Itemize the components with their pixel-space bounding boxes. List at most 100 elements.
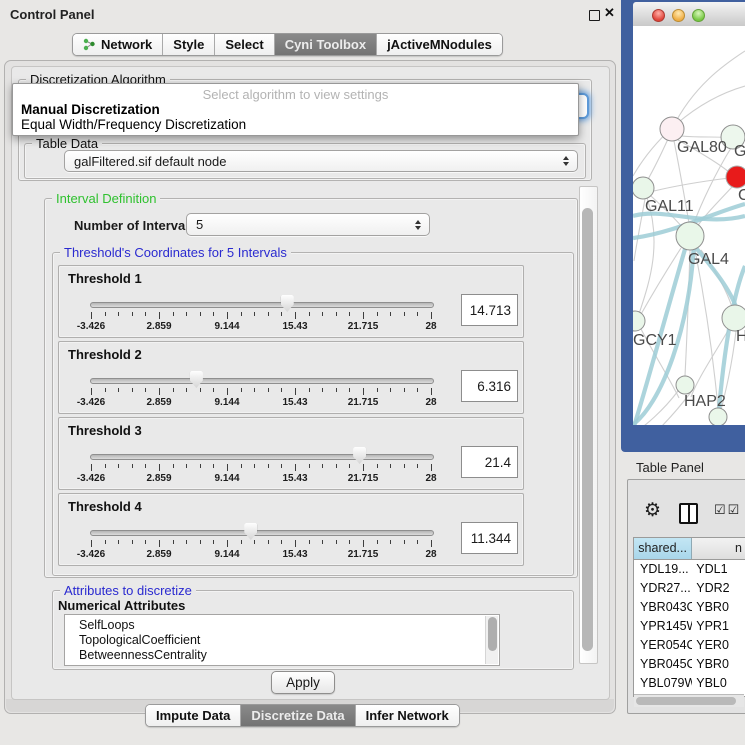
tab-style[interactable]: Style	[163, 34, 215, 55]
slider-thumb[interactable]	[244, 523, 257, 540]
slider-tick-label: -3.426	[77, 397, 105, 408]
network-node	[676, 376, 694, 394]
float-window-icon[interactable]	[589, 10, 600, 21]
list-scrollbar-thumb[interactable]	[488, 617, 497, 651]
table-cell[interactable]: YER054C	[634, 636, 692, 655]
close-traffic-light-icon[interactable]	[652, 9, 665, 22]
table-cell[interactable]: YDL1	[692, 560, 745, 579]
slider-tick	[227, 312, 228, 319]
threshold-value-field[interactable]: 14.713	[461, 294, 518, 326]
table-cell[interactable]: YPR1	[692, 617, 745, 636]
network-window: GAL80 GA C GAL11 GAL4 GCY1 H HAP2	[621, 0, 745, 452]
top-tab-bar: Network Style Select Cyni Toolbox jActiv…	[72, 33, 503, 56]
table-cell[interactable]: YBL079W	[634, 674, 692, 693]
slider-track[interactable]	[90, 530, 434, 536]
pane-scrollbar-thumb[interactable]	[582, 208, 593, 651]
table-cell[interactable]: YDR2	[692, 579, 745, 598]
network-node-label: GA	[734, 143, 745, 160]
number-of-intervals-combobox[interactable]: 5	[186, 213, 430, 236]
tab-select[interactable]: Select	[215, 34, 274, 55]
tab-network[interactable]: Network	[73, 34, 163, 55]
table-cell[interactable]: YBR0	[692, 598, 745, 617]
slider-tick	[200, 388, 201, 392]
table-row[interactable]: YDL19...YDL1	[634, 560, 745, 579]
table-cell[interactable]: YDL19...	[634, 560, 692, 579]
tab-cyni-toolbox[interactable]: Cyni Toolbox	[275, 34, 377, 55]
zoom-traffic-light-icon[interactable]	[692, 9, 705, 22]
slider-tick-label: 15.43	[282, 321, 307, 332]
threshold-label: Threshold 2	[68, 347, 142, 362]
slider-thumb[interactable]	[353, 447, 366, 464]
table-cell[interactable]: YPR145W	[634, 617, 692, 636]
slider-tick	[200, 464, 201, 468]
table-cell[interactable]: YBR045C	[634, 655, 692, 674]
slider-tick	[404, 312, 405, 316]
slider-tick	[349, 464, 350, 468]
table-row[interactable]: YDR27...YDR2	[634, 579, 745, 598]
table-cell[interactable]: YBL0	[692, 674, 745, 693]
slider-tick	[431, 388, 432, 395]
dropdown-item-equal-width-frequency[interactable]: Equal Width/Frequency Discretization	[21, 117, 246, 132]
slider-tick-label: 28	[425, 549, 436, 560]
checkbox-icons[interactable]: ☑☑	[714, 502, 741, 518]
column-header-name[interactable]: n	[692, 538, 745, 559]
split-columns-icon[interactable]	[679, 503, 698, 524]
table-row[interactable]: YER054CYER0	[634, 636, 745, 655]
table-cell[interactable]: YER0	[692, 636, 745, 655]
threshold-value-field[interactable]: 6.316	[461, 370, 518, 402]
table-data-value: galFiltered.sif default node	[74, 154, 226, 169]
dropdown-item-manual-discretization[interactable]: Manual Discretization	[21, 102, 160, 117]
slider-tick	[295, 464, 296, 471]
attribute-list-item[interactable]: SelfLoops	[65, 618, 499, 633]
tab-impute-data[interactable]: Impute Data	[146, 705, 241, 726]
slider-track[interactable]	[90, 378, 434, 384]
slider-tick	[417, 388, 418, 392]
threshold-value-field[interactable]: 21.4	[461, 446, 518, 478]
minimize-traffic-light-icon[interactable]	[672, 9, 685, 22]
table-row[interactable]: YBR043CYBR0	[634, 598, 745, 617]
slider-tick	[159, 540, 160, 547]
slider-thumb[interactable]	[190, 371, 203, 388]
threshold-value-field[interactable]: 11.344	[461, 522, 518, 554]
slider-track[interactable]	[90, 454, 434, 460]
apply-button[interactable]: Apply	[271, 671, 335, 694]
table-hscrollbar[interactable]	[634, 694, 744, 707]
slider-tick	[145, 312, 146, 316]
table-row[interactable]: YPR145WYPR1	[634, 617, 745, 636]
network-tab-icon	[83, 38, 96, 51]
network-view-canvas[interactable]: GAL80 GA C GAL11 GAL4 GCY1 H HAP2	[633, 26, 745, 425]
slider-tick	[200, 540, 201, 544]
slider-tick	[268, 540, 269, 544]
table-cell[interactable]: YBR043C	[634, 598, 692, 617]
slider-tick	[377, 312, 378, 316]
pane-scrollbar[interactable]	[579, 186, 598, 664]
slider-tick-label: 2.859	[146, 397, 171, 408]
table-hscrollbar-thumb[interactable]	[636, 697, 736, 705]
table-row[interactable]: YBR045CYBR0	[634, 655, 745, 674]
slider-tick	[431, 312, 432, 319]
column-header-shared[interactable]: shared...	[634, 538, 692, 559]
threshold-group: Threshold 1-3.4262.8599.14415.4321.71528…	[58, 265, 524, 338]
slider-track[interactable]	[90, 302, 434, 308]
node-table[interactable]: shared... n YDL19...YDL1YDR27...YDR2YBR0…	[633, 537, 745, 697]
numerical-attributes-list[interactable]: SelfLoopsTopologicalCoefficientBetweenne…	[64, 614, 500, 666]
close-icon[interactable]: ✕	[604, 5, 615, 21]
list-scrollbar[interactable]	[485, 616, 498, 664]
numerical-attributes-label: Numerical Attributes	[58, 598, 185, 613]
table-data-combobox[interactable]: galFiltered.sif default node	[64, 150, 578, 172]
slider-thumb[interactable]	[281, 295, 294, 312]
table-cell[interactable]: YBR0	[692, 655, 745, 674]
table-row[interactable]: YBL079WYBL0	[634, 674, 745, 693]
tab-discretize-data[interactable]: Discretize Data	[241, 705, 355, 726]
table-header-row: shared... n	[634, 538, 745, 560]
table-cell[interactable]: YDR27...	[634, 579, 692, 598]
spinner-arrows-icon	[415, 220, 421, 230]
attribute-list-item[interactable]: BetweennessCentrality	[65, 648, 499, 663]
tab-jactivemnodules[interactable]: jActiveMNodules	[377, 34, 502, 55]
tab-infer-network[interactable]: Infer Network	[356, 705, 459, 726]
gear-icon[interactable]: ⚙	[644, 499, 661, 522]
tab-label: Network	[101, 37, 152, 52]
attribute-list-item[interactable]: TopologicalCoefficient	[65, 633, 499, 648]
slider-tick-label: 28	[425, 397, 436, 408]
network-node	[726, 166, 745, 188]
